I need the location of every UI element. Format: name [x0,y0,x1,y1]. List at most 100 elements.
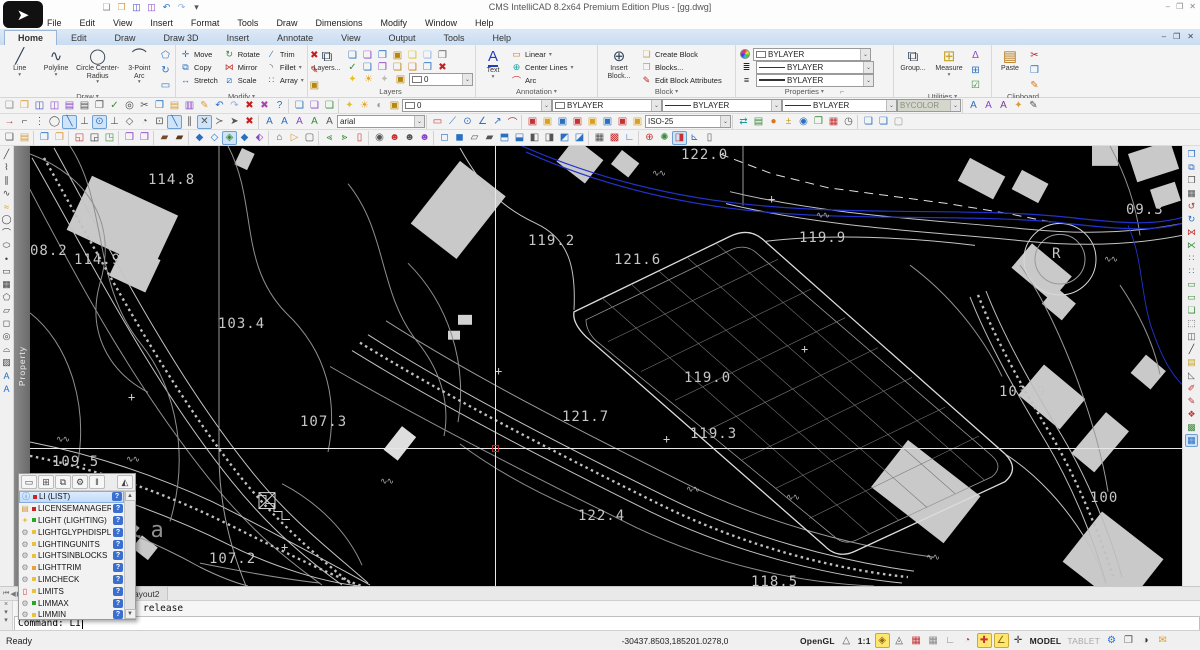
sketch-button[interactable]: ≈ [0,200,13,213]
block-panel-label[interactable]: Block▾ [600,86,733,97]
dimstyle-combo[interactable]: ISO-25⌄ [645,115,731,128]
dim-update-button[interactable]: ▣ [630,115,645,129]
menu-draw[interactable]: Draw [267,17,306,29]
layer-freeze-button[interactable]: ✦ [377,72,392,86]
menu-format[interactable]: Format [182,17,229,29]
layer-prev-button[interactable]: ❏ [322,99,337,113]
text-spell-button[interactable]: A [307,115,322,129]
popup-item-limits[interactable]: ▯LIMITS? [19,585,124,597]
open-button[interactable]: ❒ [17,99,32,113]
box-3d-9-button[interactable]: ◩ [557,131,572,145]
help-badge[interactable]: ? [113,599,123,608]
array-2-button[interactable]: ∷ [1185,265,1198,278]
dim-jog-button[interactable]: ▣ [600,115,615,129]
help-badge[interactable]: ? [113,610,123,619]
rect-green-2-button[interactable]: ▭ [1185,291,1198,304]
snap-intersection-button[interactable]: ✕ [197,115,212,129]
menu-modify[interactable]: Modify [371,17,416,29]
chamfer-button[interactable]: ◺ [1185,369,1198,382]
sun-star-button[interactable]: ✺ [657,131,672,145]
mirror-3d-button[interactable]: ⋉ [1185,239,1198,252]
linetype-control[interactable]: ≣ BYLAYER⌄ [738,61,891,73]
popup-item-light[interactable]: ✦LIGHT (LIGHTING)? [19,515,124,527]
help-badge[interactable]: ? [113,563,123,572]
box-3d-3-button[interactable]: ▱ [467,131,482,145]
text-edit-button[interactable]: A [292,115,307,129]
model-toggle[interactable]: MODEL [1028,633,1064,648]
annotation-panel-label[interactable]: Annotation▾ [478,86,595,97]
settings-icon[interactable]: ⚙ [1104,633,1119,648]
entity-linetype-combo[interactable]: BYLAYER⌄ [756,61,874,74]
popup-item-lightingunits[interactable]: ⚙LIGHTINGUNITS? [19,538,124,550]
paste-button[interactable]: ▤ Paste [994,46,1026,92]
circle-button[interactable]: ◯ [0,213,13,226]
properties-dialog-launcher[interactable]: ⌐ [840,87,844,96]
snap-mid2-button[interactable]: ⋮ [32,115,47,129]
polygon-button[interactable]: ⬠ [0,291,13,304]
linear-button[interactable]: ▭Linear▾ [509,48,576,60]
droplet-button[interactable]: ◉ [796,115,811,129]
popup-item-licensemanager[interactable]: ▤LICENSEMANAGER? [19,503,124,515]
app-logo-icon[interactable]: ➤ [3,1,43,28]
render-sel-button[interactable]: ◨ [672,131,687,145]
save-as-button[interactable]: ◫ [47,99,62,113]
box-3d-6-button[interactable]: ⬓ [512,131,527,145]
menu-dimensions[interactable]: Dimensions [306,17,371,29]
tab-draw[interactable]: Draw [101,30,150,45]
vp-clip-button[interactable]: ❐ [52,131,67,145]
ellipse-button[interactable]: ⬭ [0,239,13,252]
tab-nav-1[interactable]: ⏮ [3,590,9,598]
donut-button[interactable]: ◎ [0,330,13,343]
rectangle-button[interactable]: ▭ [0,265,13,278]
xref-attach-button[interactable]: ❒ [122,131,137,145]
xref-manage-button[interactable]: ❐ [137,131,152,145]
sheet-open-button[interactable]: ▤ [17,131,32,145]
layer-thaw-button[interactable]: ☀ [361,72,376,86]
blocks-button[interactable]: ❒Blocks... [639,61,724,73]
text-button[interactable]: A Text ▾ [478,46,508,86]
mdi-minimize-button[interactable]: – [1162,32,1166,41]
dim-break-button[interactable]: ▤ [751,115,766,129]
dim-center-button[interactable]: ▣ [585,115,600,129]
light-button[interactable]: ✦ [1011,99,1026,113]
popup-item-li[interactable]: ⓘLI (LIST)? [19,491,124,503]
popup-flask-button[interactable]: ◭ [117,475,133,489]
popup-cascade-button[interactable]: ⧉ [55,475,71,489]
arc-button[interactable]: ⌒ 3-Point Arc ▾ [122,46,157,92]
ucs-button[interactable]: ∟ [622,131,637,145]
menu-tools[interactable]: Tools [228,17,267,29]
wipeout-button[interactable]: ▨ [0,356,13,369]
user-red-button[interactable]: ☻ [387,131,402,145]
dim-tolerance-button[interactable]: ▣ [570,115,585,129]
edit-block-attributes-button[interactable]: ✎Edit Block Attributes [639,74,724,86]
create-block-button[interactable]: ❑Create Block [639,48,724,60]
copy-nested-button[interactable]: ❐ [1185,148,1198,161]
entity-lineweight-combo[interactable]: BYLAYER⌄ [756,74,874,87]
ray-button[interactable]: ⌇ [0,161,13,174]
globe-icon[interactable]: ◑ [1138,633,1153,648]
print-button[interactable]: ▤ [77,99,92,113]
cut-button[interactable]: ✂ [137,99,152,113]
layer-lock-button[interactable]: ▣ [387,99,402,113]
grid-red-button[interactable]: ▩ [607,131,622,145]
scale-button[interactable]: ⧄Scale [222,74,262,86]
linetype-combo[interactable]: BYLAYER⌄ [662,99,782,112]
crosshair-toggle[interactable]: ✚ [977,633,992,648]
text-single-button[interactable]: A [262,115,277,129]
paste-block-button[interactable]: ▥ [182,99,197,113]
doc-last-button[interactable]: ▯ [702,131,717,145]
point-button[interactable]: • [0,252,13,265]
box-3d-5-button[interactable]: ⬒ [497,131,512,145]
tab-help[interactable]: Help [479,30,526,45]
text-single-button[interactable]: A [0,369,13,382]
esnap-toggle[interactable]: ◈ [875,633,890,648]
erase-button[interactable]: ✖ [242,99,257,113]
arc-button[interactable]: ⌒ [0,226,13,239]
menu-edit[interactable]: Edit [71,17,105,29]
boundary-button[interactable]: ⌓ [0,343,13,356]
text-multi-button[interactable]: A [0,382,13,395]
popup-scroll-up[interactable]: ▲ [125,491,136,501]
popup-scroll-down[interactable]: ▼ [125,609,136,619]
explode-button[interactable]: ❖ [1185,408,1198,421]
snap-quick-button[interactable]: ➤ [227,115,242,129]
